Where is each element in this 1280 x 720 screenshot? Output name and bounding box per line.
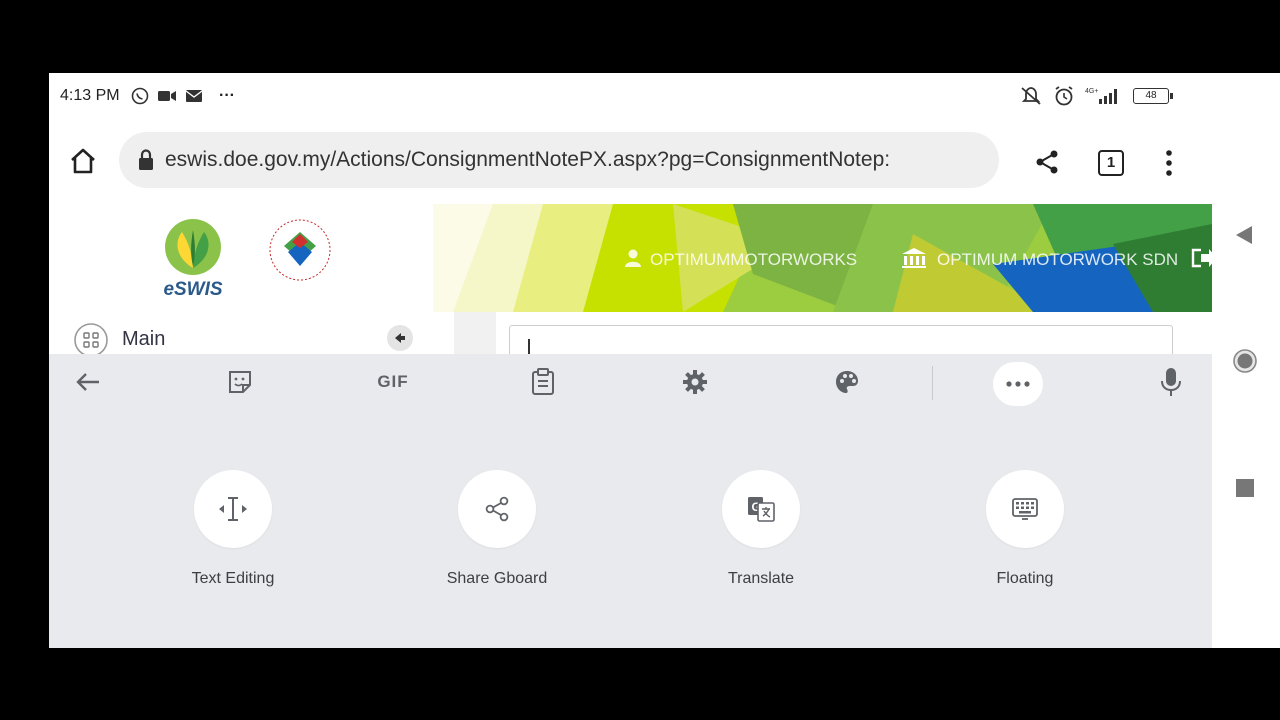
more-options-button[interactable] — [993, 362, 1043, 406]
clipboard-icon — [532, 368, 554, 395]
collapse-sidebar-button[interactable] — [387, 325, 413, 351]
text-editing-circle — [194, 470, 272, 548]
translate-circle: G — [722, 470, 800, 548]
system-icons: 4G+ 48 — [1019, 85, 1173, 107]
eswis-logo[interactable]: eSWIS — [162, 218, 224, 300]
company-label[interactable]: OPTIMUM MOTORWORK SDN — [937, 250, 1178, 270]
status-bar: 4:13 PM ··· 4G+ 48 — [49, 73, 1212, 121]
mail-icon — [185, 90, 203, 102]
status-time: 4:13 PM — [60, 87, 120, 104]
grid-menu-icon[interactable] — [73, 322, 109, 358]
floating-label: Floating — [996, 570, 1054, 587]
share-icon — [485, 496, 509, 522]
floating-circle — [986, 470, 1064, 548]
clipboard-button[interactable] — [527, 366, 559, 398]
content-gutter — [454, 312, 496, 354]
arrow-left-icon — [395, 333, 405, 343]
battery-indicator: 48 — [1133, 88, 1173, 104]
microphone-icon — [1161, 368, 1181, 396]
share-gboard-circle — [458, 470, 536, 548]
main-menu-label[interactable]: Main — [122, 328, 165, 351]
username-label[interactable]: OPTIMUMMOTORWORKS — [650, 250, 857, 270]
tab-switcher-button[interactable]: 1 — [1098, 150, 1124, 176]
notification-icons: ··· — [131, 87, 235, 105]
voice-input-button[interactable] — [1155, 366, 1187, 398]
signal-icon: 4G+ — [1085, 88, 1117, 104]
text-cursor-icon — [219, 497, 247, 521]
share-gboard-option[interactable]: Share Gboard — [417, 470, 577, 588]
sticker-button[interactable] — [224, 366, 256, 398]
government-emblem-icon — [269, 219, 331, 281]
keyboard-toolbar: GIF — [49, 354, 1212, 412]
gif-label: GIF — [377, 372, 409, 391]
gear-icon — [683, 370, 707, 394]
menu-icon[interactable] — [1164, 149, 1174, 177]
translate-icon: G — [748, 497, 775, 522]
share-gboard-label: Share Gboard — [446, 570, 548, 587]
phone-screen: 4:13 PM ··· 4G+ 48 eswis.doe.gov.my/Acti… — [49, 73, 1212, 648]
gboard-keyboard: GIF Text Editing Share Gboard G Translat… — [49, 354, 1212, 648]
lock-icon — [139, 149, 153, 170]
text-editing-label: Text Editing — [191, 570, 275, 587]
network-label: 4G+ — [1085, 88, 1098, 95]
address-bar[interactable]: eswis.doe.gov.my/Actions/ConsignmentNote… — [119, 132, 999, 188]
sticker-icon — [229, 371, 251, 393]
nav-back-icon[interactable] — [1234, 225, 1254, 245]
translate-option[interactable]: G Translate — [681, 470, 841, 588]
company-icon — [902, 248, 926, 268]
eswis-leaf-icon — [165, 219, 221, 275]
url-text: eswis.doe.gov.my/Actions/ConsignmentNote… — [165, 148, 891, 171]
nav-recents-icon[interactable] — [1235, 478, 1255, 498]
floating-option[interactable]: Floating — [945, 470, 1105, 588]
eswis-logo-text: eSWIS — [163, 279, 223, 300]
back-arrow-icon — [76, 373, 99, 391]
menu-row: Main — [49, 312, 1212, 367]
mute-icon — [1021, 87, 1041, 105]
share-icon[interactable] — [1034, 149, 1060, 175]
header-banner: OPTIMUMMOTORWORKS OPTIMUM MOTORWORK SDN — [433, 204, 1212, 312]
tab-count: 1 — [1106, 154, 1116, 171]
alarm-icon — [1055, 86, 1073, 106]
text-editing-option[interactable]: Text Editing — [153, 470, 313, 588]
translate-label: Translate — [727, 570, 795, 587]
logout-icon[interactable] — [1191, 246, 1212, 270]
user-icon — [625, 249, 641, 267]
gif-button[interactable]: GIF — [371, 366, 415, 398]
video-call-icon — [158, 91, 176, 101]
palette-icon — [836, 371, 858, 393]
nav-home-icon[interactable] — [1232, 348, 1258, 374]
more-horizontal-icon — [1006, 381, 1030, 387]
settings-button[interactable] — [679, 366, 711, 398]
website-content: eSWIS OPTIMUMMOTORWORKS OPTIMUM MOTORWOR… — [49, 204, 1212, 367]
floating-keyboard-icon — [1012, 498, 1038, 520]
more-notifications: ··· — [219, 87, 235, 104]
toolbar-divider — [932, 366, 933, 400]
whatsapp-icon — [131, 87, 149, 105]
system-navigation-bar — [1212, 73, 1280, 648]
home-icon[interactable] — [69, 147, 97, 175]
browser-toolbar: eswis.doe.gov.my/Actions/ConsignmentNote… — [49, 121, 1212, 205]
theme-button[interactable] — [831, 366, 863, 398]
keyboard-back-button[interactable] — [72, 366, 104, 398]
